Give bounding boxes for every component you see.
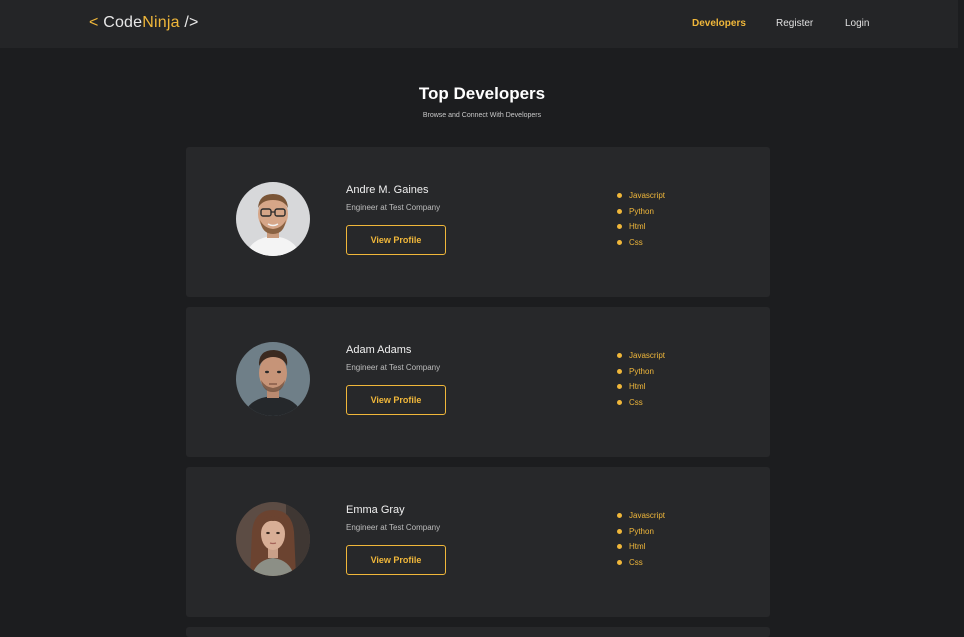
skill-label: Css (629, 557, 643, 567)
bullet-dot-icon (617, 528, 622, 534)
bullet-dot-icon (617, 384, 622, 389)
developer-name: Emma Gray (346, 504, 405, 516)
skill-label: Python (629, 526, 654, 536)
skill-label: Css (629, 397, 643, 407)
page-subtitle: Browse and Connect With Developers (422, 112, 542, 119)
skill-label: Javascript (629, 351, 666, 360)
developer-card: Emma Gray Engineer at Test Company View … (186, 467, 770, 617)
developer-role: Engineer at Test Company (346, 523, 441, 532)
developer-role: Engineer at Test Company (346, 363, 441, 372)
skill-item: Javascript (617, 190, 665, 206)
skill-label: Python (629, 366, 654, 376)
bullet-dot-icon (617, 559, 622, 565)
developer-card: Andre M. Gaines Engineer at Test Company… (186, 147, 770, 297)
skill-label: Python (629, 206, 654, 216)
nav-register-link[interactable]: Register (776, 18, 813, 29)
view-profile-button[interactable]: View Profile (346, 545, 446, 575)
skill-item: Html (617, 221, 665, 237)
skill-item: Javascript (617, 510, 665, 526)
developer-name: Andre M. Gaines (346, 184, 429, 196)
developer-avatar (236, 342, 310, 416)
page-title: Top Developers (418, 84, 546, 103)
scrollbar[interactable] (958, 0, 964, 629)
developer-avatar (236, 182, 310, 256)
skill-item: Python (617, 206, 665, 222)
skills-list: Javascript Python Html Css (617, 510, 665, 572)
bullet-dot-icon (617, 353, 622, 358)
skill-item: Css (617, 397, 665, 413)
bullet-dot-icon (617, 513, 622, 518)
skill-label: Html (629, 222, 646, 231)
skill-item: Python (617, 526, 665, 542)
view-profile-button[interactable]: View Profile (346, 225, 446, 255)
skill-label: Javascript (629, 511, 666, 520)
nav-login-link[interactable]: Login (845, 18, 869, 29)
skills-list: Javascript Python Html Css (617, 350, 665, 412)
bullet-dot-icon (617, 239, 622, 245)
skill-item: Python (617, 366, 665, 382)
bullet-dot-icon (617, 208, 622, 214)
bullet-dot-icon (617, 544, 622, 549)
developer-card: Adam Adams Engineer at Test Company View… (186, 307, 770, 457)
bullet-dot-icon (617, 224, 622, 229)
skill-label: Css (629, 237, 643, 247)
developer-role: Engineer at Test Company (346, 203, 441, 212)
skills-list: Javascript Python Html Css (617, 190, 665, 252)
skill-label: Html (629, 382, 646, 391)
navbar: < CodeNinja /> Developers Register Login (0, 0, 964, 48)
bullet-dot-icon (617, 193, 622, 198)
skill-item: Html (617, 381, 665, 397)
nav-developers-link[interactable]: Developers (692, 18, 746, 29)
skill-label: Javascript (629, 191, 666, 200)
view-profile-button[interactable]: View Profile (346, 385, 446, 415)
skill-label: Html (629, 542, 646, 551)
skill-item: Javascript (617, 350, 665, 366)
skill-item: Css (617, 237, 665, 253)
nav-links: Developers Register Login (0, 18, 964, 32)
bullet-dot-icon (617, 399, 622, 405)
developer-avatar (236, 502, 310, 576)
skill-item: Html (617, 541, 665, 557)
developer-name: Adam Adams (346, 344, 412, 356)
skill-item: Css (617, 557, 665, 573)
bullet-dot-icon (617, 368, 622, 374)
